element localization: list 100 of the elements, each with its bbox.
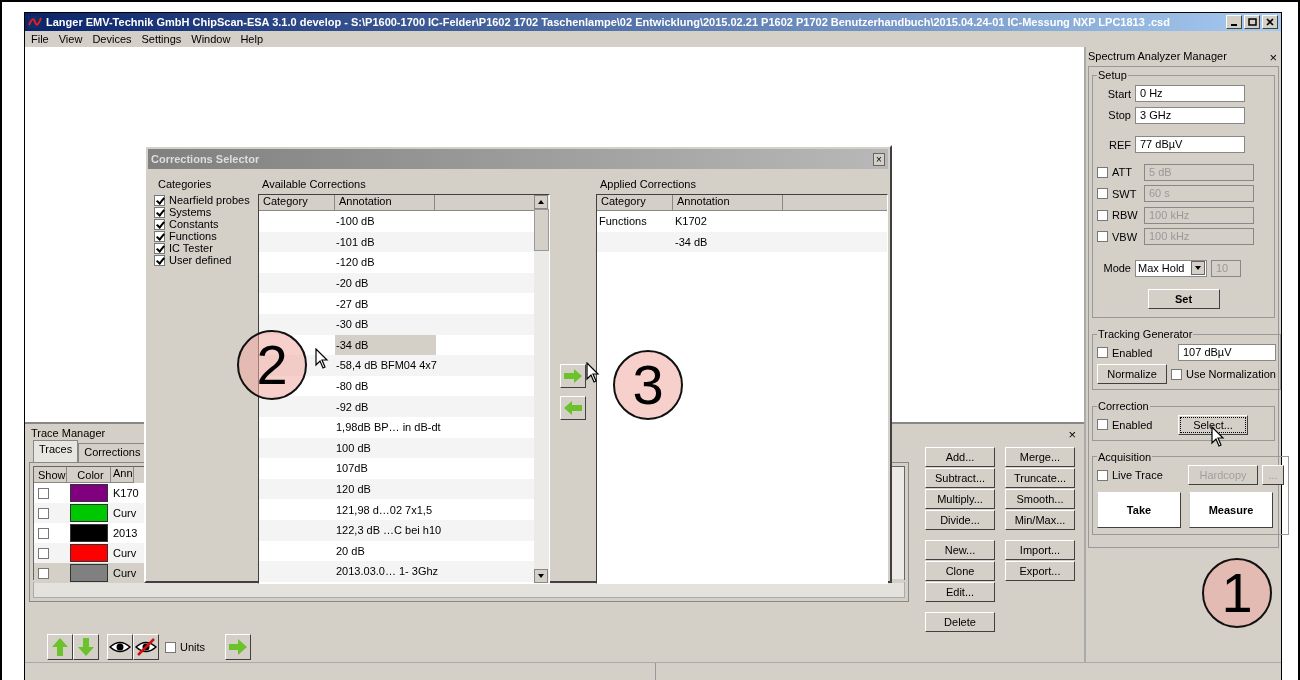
action-button[interactable]: Merge... (1005, 447, 1075, 467)
list-item[interactable]: 20 dB (335, 540, 436, 562)
color-swatch[interactable] (70, 484, 108, 502)
take-button[interactable]: Take (1097, 492, 1181, 528)
checkbox[interactable] (1097, 419, 1108, 431)
table-cell-text: -34 dB (675, 235, 709, 248)
color-swatch[interactable] (70, 524, 108, 542)
category-checkbox[interactable] (154, 206, 165, 218)
close-button[interactable]: × (1068, 427, 1078, 443)
close-button[interactable]: × (1269, 50, 1279, 66)
action-button[interactable]: Clone (925, 561, 995, 581)
checkbox-label: RBW (1112, 209, 1139, 222)
list-item[interactable]: -34 dB (335, 334, 436, 356)
mode-dropdown[interactable]: Max Hold (1135, 259, 1207, 277)
checkbox[interactable] (1097, 209, 1108, 221)
checkbox-label: Use Normalization (1186, 368, 1276, 381)
action-button[interactable]: Multiply... (925, 489, 995, 509)
column-header[interactable]: Annotation (335, 195, 435, 211)
app-logo-icon (28, 16, 42, 28)
menu-item[interactable]: Devices (88, 33, 136, 45)
move-up-button[interactable] (47, 634, 73, 660)
color-swatch[interactable] (70, 544, 108, 562)
show-checkbox[interactable] (38, 507, 49, 519)
scroll-thumb[interactable] (534, 209, 549, 251)
set-button[interactable]: Set (1147, 289, 1220, 309)
maximize-button[interactable] (1244, 15, 1260, 29)
right-arrow-icon (228, 638, 249, 656)
column-header[interactable]: Category (597, 195, 673, 211)
action-button[interactable]: Import... (1005, 540, 1075, 560)
input-field[interactable]: 0 Hz (1135, 85, 1245, 103)
checkbox[interactable] (1097, 347, 1108, 359)
show-checkbox[interactable] (38, 527, 49, 539)
close-button[interactable] (1262, 15, 1278, 29)
list-item[interactable]: -120 dB (335, 252, 436, 273)
category-checkbox[interactable] (154, 242, 165, 254)
checkbox[interactable] (1171, 368, 1182, 380)
checkbox-label: User defined (169, 254, 232, 266)
action-button[interactable]: Smooth... (1005, 489, 1075, 509)
action-button[interactable]: Divide... (925, 510, 995, 530)
menu-item[interactable]: View (54, 33, 87, 45)
action-button[interactable]: Truncate... (1005, 468, 1075, 488)
select-button[interactable]: Select... (1178, 414, 1248, 435)
hide-all-button[interactable] (133, 634, 159, 660)
show-checkbox[interactable] (38, 547, 49, 559)
apply-button[interactable] (225, 634, 252, 660)
move-down-button[interactable] (73, 634, 99, 660)
show-checkbox[interactable] (38, 487, 49, 499)
checkbox[interactable] (1097, 166, 1108, 178)
show-all-button[interactable] (107, 634, 133, 660)
show-checkbox[interactable] (38, 567, 49, 579)
menu-item[interactable]: Help (236, 33, 267, 45)
menu-item[interactable]: Settings (137, 33, 186, 45)
checkbox[interactable] (1097, 188, 1108, 200)
minimize-button[interactable] (1226, 15, 1242, 29)
category-checkbox[interactable] (154, 218, 165, 230)
tab[interactable]: Corrections (78, 443, 147, 462)
action-button[interactable]: New... (925, 540, 995, 560)
category-checkbox[interactable] (154, 230, 165, 242)
menu-item[interactable]: File (27, 33, 53, 45)
right-arrow-icon (563, 368, 583, 384)
input-field[interactable]: 107 dBµV (1178, 344, 1276, 362)
panel-title: Trace Manager (31, 427, 106, 441)
category-checkbox[interactable] (154, 254, 165, 266)
input-field[interactable]: 3 GHz (1135, 106, 1245, 124)
close-button[interactable]: × (873, 152, 885, 166)
color-swatch[interactable] (70, 504, 108, 522)
list-item[interactable]: -80 dB (335, 375, 436, 397)
column-header[interactable]: Annotation (673, 195, 783, 211)
list-item[interactable]: 107dB (335, 458, 436, 479)
checkbox-label: ATT (1112, 166, 1133, 179)
action-button[interactable]: Subtract... (925, 468, 995, 488)
table-cell-text: Curv (112, 507, 137, 519)
vertical-scrollbar[interactable] (534, 195, 549, 583)
remove-correction-button[interactable] (560, 396, 586, 420)
color-swatch[interactable] (70, 564, 108, 582)
list-item[interactable]: -100 dB (335, 211, 436, 232)
menu-item[interactable]: Window (187, 33, 235, 45)
list-item[interactable]: 1,98dB BP… in dB-dt (335, 416, 441, 438)
input-field[interactable]: 77 dBµV (1135, 136, 1245, 154)
action-button[interactable]: Edit... (925, 582, 995, 602)
list-item[interactable]: 121,98 d…02 7x1,5 (335, 499, 436, 520)
checkbox[interactable] (1097, 231, 1108, 243)
checkbox[interactable] (1097, 469, 1108, 481)
action-button[interactable]: Min/Max... (1005, 510, 1075, 530)
table-cell-text: Curv (112, 567, 137, 579)
units-checkbox[interactable] (165, 641, 176, 653)
category-checkbox[interactable] (154, 194, 165, 206)
normalize-button[interactable]: Normalize (1097, 364, 1167, 385)
column-header[interactable]: Category (259, 195, 335, 211)
section-label: Available Corrections (261, 178, 367, 192)
measure-button[interactable]: Measure (1189, 492, 1273, 528)
checkbox-label: Enabled (1112, 346, 1154, 359)
list-item[interactable]: -27 dB (335, 293, 436, 314)
action-button[interactable]: Export... (1005, 561, 1075, 581)
action-button[interactable]: Add... (925, 447, 995, 467)
checkbox-label: Functions (169, 230, 217, 242)
action-button[interactable]: Delete (925, 612, 995, 632)
field-label: REF (1108, 138, 1131, 151)
add-correction-button[interactable] (560, 364, 586, 388)
tab[interactable]: Traces (33, 440, 79, 462)
